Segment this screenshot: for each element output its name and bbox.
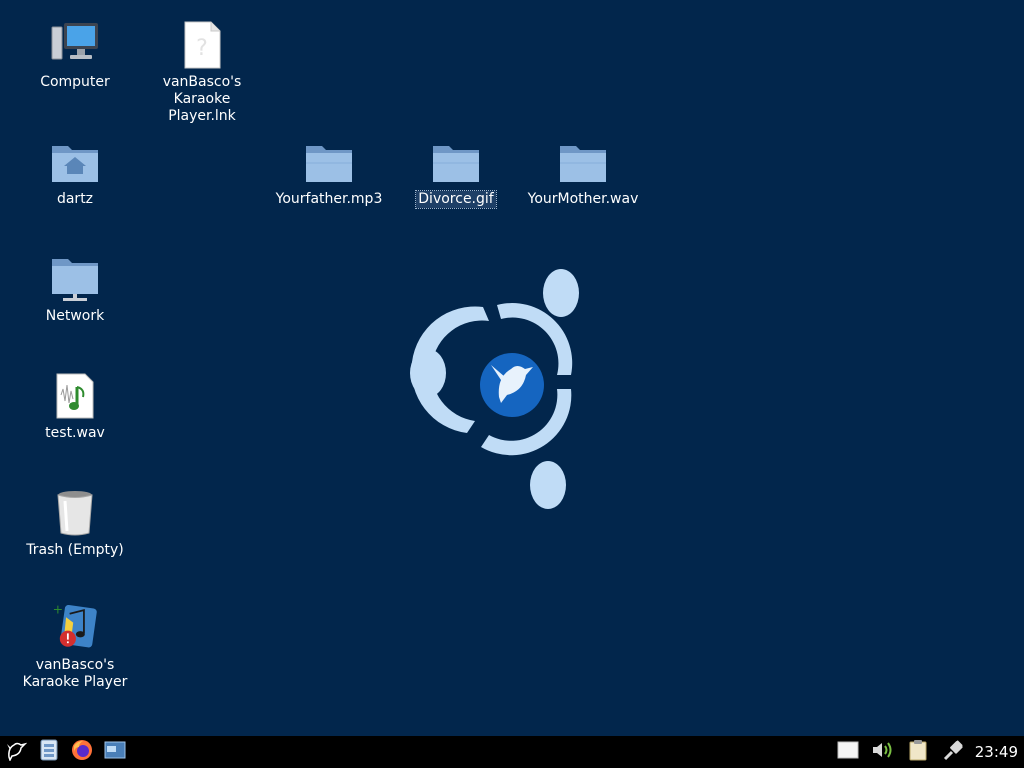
network-status-icon bbox=[942, 739, 964, 765]
notification-icon bbox=[837, 741, 859, 763]
desktop-icon-label: Computer bbox=[40, 74, 110, 90]
start-menu-button[interactable] bbox=[0, 736, 32, 768]
computer-icon bbox=[50, 20, 100, 70]
desktop-icon-label: Yourfather.mp3 bbox=[275, 191, 383, 207]
desktop-icon-label: dartz bbox=[56, 191, 94, 207]
desktop-icon-label: vanBasco's Karaoke Player.lnk bbox=[162, 74, 242, 124]
wallpaper-logo bbox=[405, 265, 585, 515]
folder-icon bbox=[431, 137, 481, 187]
karaoke-app-icon: + bbox=[50, 602, 100, 653]
desktop-icon-label: Network bbox=[45, 308, 105, 324]
desktop-icon-network[interactable]: Network bbox=[15, 254, 135, 325]
volume-icon bbox=[871, 740, 895, 764]
desktop-icon-label: YourMother.wav bbox=[527, 191, 639, 207]
clipboard-icon bbox=[908, 739, 928, 765]
desktop-icon-label: vanBasco's Karaoke Player bbox=[22, 657, 128, 690]
svg-text:?: ? bbox=[196, 36, 208, 61]
system-tray: 23:49 bbox=[831, 736, 1024, 768]
volume-button[interactable] bbox=[866, 736, 900, 768]
desktop-icon-yourfather[interactable]: Yourfather.mp3 bbox=[269, 137, 389, 208]
desktop-icon-test-wav[interactable]: test.wav bbox=[15, 371, 135, 442]
file-manager-icon bbox=[39, 739, 59, 765]
clipboard-button[interactable] bbox=[901, 736, 935, 768]
folder-icon bbox=[304, 137, 354, 187]
unknown-file-icon: ? bbox=[177, 20, 227, 70]
desktop-icon-computer[interactable]: Computer bbox=[15, 20, 135, 91]
desktop-icon-dartz[interactable]: dartz bbox=[15, 137, 135, 208]
file-manager-button[interactable] bbox=[33, 736, 65, 768]
clock[interactable]: 23:49 bbox=[971, 743, 1024, 761]
home-folder-icon bbox=[50, 137, 100, 187]
taskbar: 23:49 bbox=[0, 736, 1024, 768]
firefox-button[interactable] bbox=[66, 736, 98, 768]
desktop-icon-karaoke-link[interactable]: ? vanBasco's Karaoke Player.lnk bbox=[142, 20, 262, 125]
desktop: Computer ? vanBasco's Karaoke Player.lnk… bbox=[0, 0, 1024, 736]
audio-file-icon bbox=[50, 371, 100, 421]
svg-text:+: + bbox=[53, 602, 63, 617]
network-folder-icon bbox=[50, 254, 100, 304]
desktop-icon-karaoke-player[interactable]: + vanBasco's Karaoke Player bbox=[15, 602, 135, 691]
show-desktop-icon bbox=[104, 741, 126, 763]
start-menu-icon bbox=[5, 739, 28, 765]
network-status-button[interactable] bbox=[936, 736, 970, 768]
desktop-icon-label: Divorce.gif bbox=[415, 190, 497, 209]
notification-button[interactable] bbox=[831, 736, 865, 768]
firefox-icon bbox=[71, 739, 93, 765]
desktop-icon-divorce[interactable]: Divorce.gif bbox=[396, 137, 516, 209]
trash-icon bbox=[50, 488, 100, 538]
desktop-icon-trash[interactable]: Trash (Empty) bbox=[15, 488, 135, 559]
desktop-icon-yourmother[interactable]: YourMother.wav bbox=[523, 137, 643, 208]
folder-icon bbox=[558, 137, 608, 187]
desktop-icon-label: test.wav bbox=[45, 425, 105, 441]
show-desktop-button[interactable] bbox=[99, 736, 131, 768]
desktop-icon-label: Trash (Empty) bbox=[26, 542, 124, 558]
